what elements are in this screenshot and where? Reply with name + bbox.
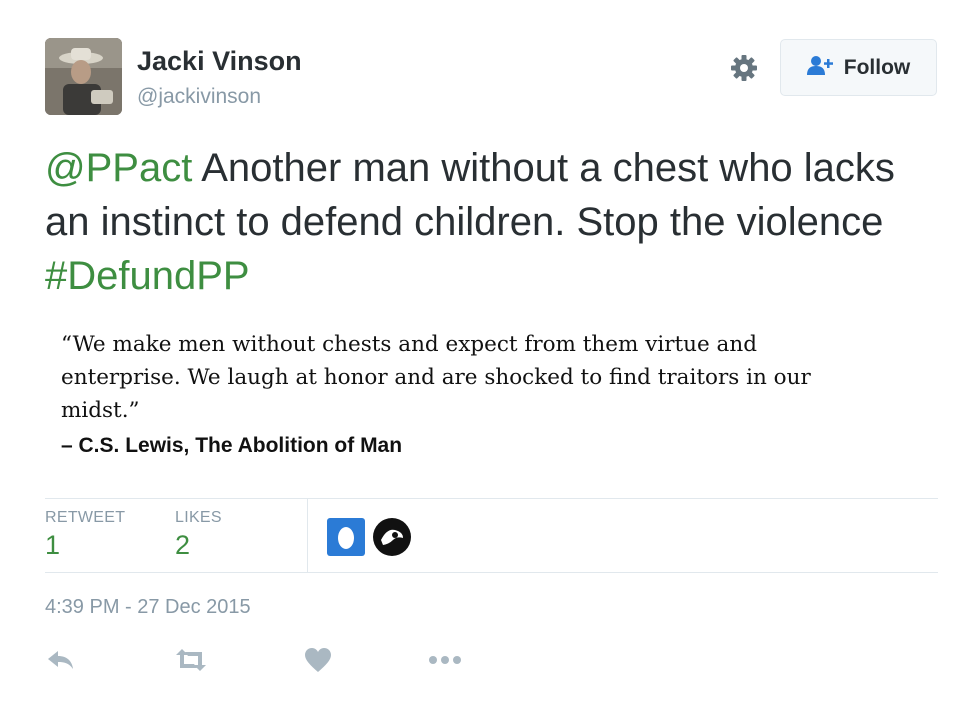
quote-text: “We make men without chests and expect f… <box>61 332 811 423</box>
tweet-text: @PPact Another man without a chest who l… <box>45 141 945 303</box>
avatar[interactable] <box>45 38 122 115</box>
likes-label[interactable]: LIKES <box>175 509 222 527</box>
quote-attribution: – C.S. Lewis, The Abolition of Man <box>61 434 403 457</box>
like-icon[interactable] <box>301 645 335 675</box>
reply-icon[interactable] <box>44 645 78 675</box>
timestamp[interactable]: 4:39 PM - 27 Dec 2015 <box>45 596 251 619</box>
likes-count[interactable]: 2 <box>175 530 190 561</box>
screen-name[interactable]: @jackivinson <box>137 85 261 109</box>
more-icon[interactable] <box>428 645 462 675</box>
divider <box>307 498 308 572</box>
divider <box>45 572 938 573</box>
liker-avatar[interactable] <box>373 518 411 556</box>
liker-avatar[interactable] <box>327 518 365 556</box>
hashtag-link[interactable]: #DefundPP <box>45 254 250 298</box>
display-name[interactable]: Jacki Vinson <box>137 46 302 77</box>
divider <box>45 498 938 499</box>
gear-icon[interactable] <box>728 52 760 84</box>
add-user-icon <box>806 55 835 80</box>
retweets-count[interactable]: 1 <box>45 530 60 561</box>
follow-label: Follow <box>843 55 911 79</box>
retweet-icon[interactable] <box>174 645 208 675</box>
follow-button[interactable]: Follow <box>780 39 937 96</box>
retweets-label[interactable]: RETWEET <box>45 509 125 527</box>
mention-link[interactable]: @PPact <box>45 146 192 190</box>
